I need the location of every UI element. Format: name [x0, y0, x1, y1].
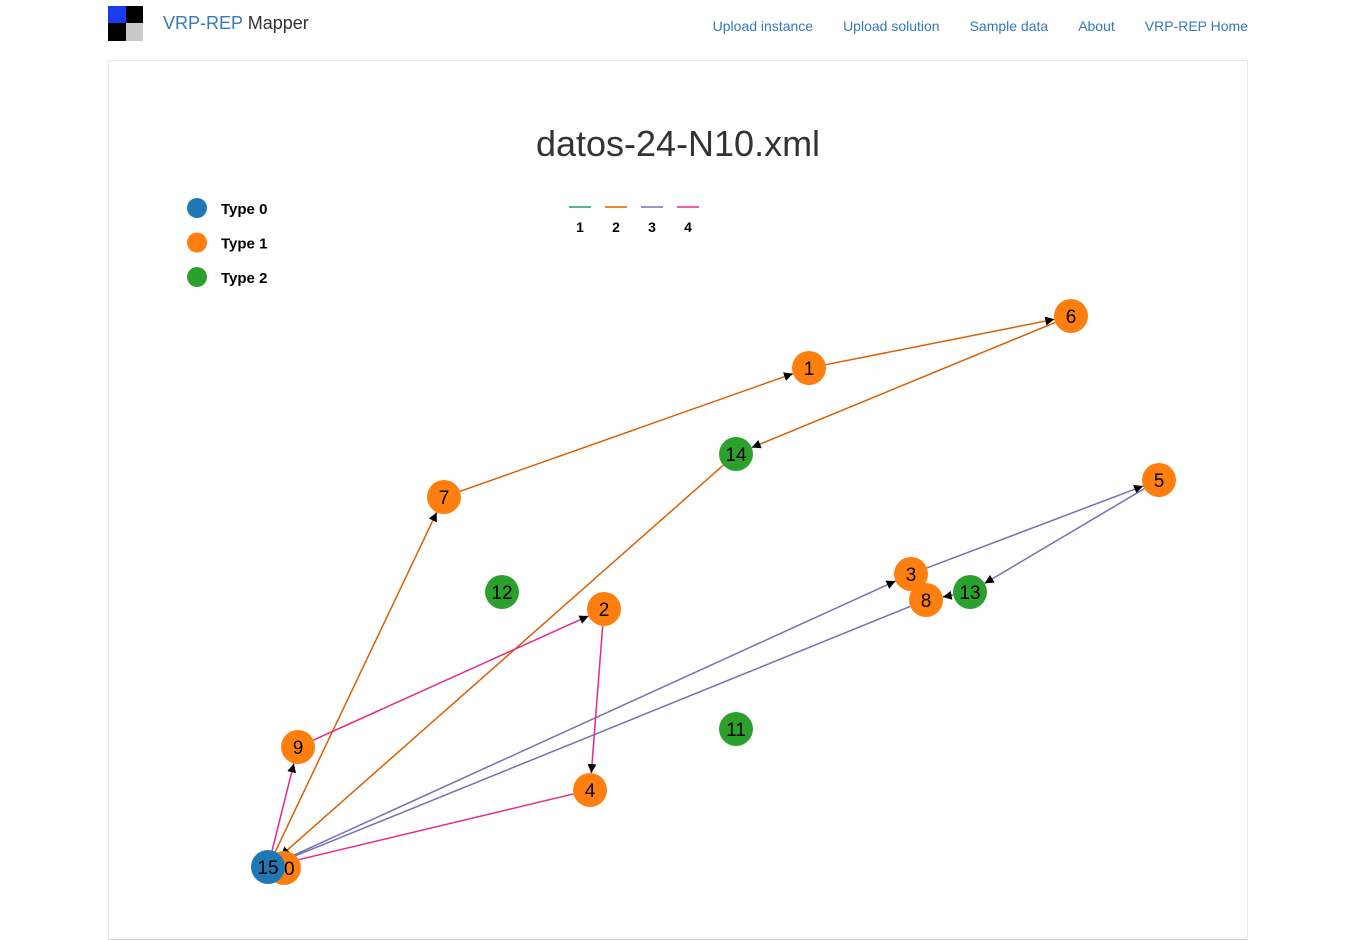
- node-4-label: 4: [585, 781, 596, 802]
- route-2-edge-7-1: [459, 372, 794, 493]
- node-9-label: 9: [293, 738, 304, 759]
- instance-title: datos-24-N10.xml: [536, 123, 820, 164]
- node-13-label: 13: [959, 583, 980, 604]
- route-4-edge-4-15: [284, 793, 574, 866]
- route-3-edge-8-15: [283, 605, 911, 862]
- node-11-label: 11: [726, 720, 746, 741]
- node-12-label: 12: [491, 583, 512, 604]
- legend-type-0-marker: [187, 198, 207, 218]
- legend-route-4-label: 4: [684, 219, 692, 235]
- legend-type-2-label: Type 2: [221, 270, 267, 287]
- route-3-edge-15-3: [283, 580, 896, 861]
- legend-type-0-label: Type 0: [221, 201, 267, 218]
- node-7-label: 7: [439, 488, 450, 509]
- node-6-label: 6: [1066, 307, 1077, 328]
- route-3-edge-5-13: [984, 488, 1145, 584]
- node-2-label: 2: [599, 600, 610, 621]
- node-type-legend: Type 0 Type 1 Type 2: [187, 198, 267, 287]
- route-4-edge-2-4: [587, 625, 604, 774]
- legend-route-2-label: 2: [612, 219, 620, 235]
- route-2-edge-14-15: [280, 464, 724, 857]
- route-2-edge-1-6: [825, 316, 1055, 366]
- node-8-label: 8: [921, 591, 932, 612]
- legend-type-1-label: Type 1: [221, 236, 267, 253]
- route-map-canvas[interactable]: datos-24-N10.xml Type 0Type 1Type 2 1234…: [0, 0, 1356, 940]
- legend-type-1-marker: [187, 232, 207, 253]
- route-edges: [271, 316, 1145, 866]
- route-nodes: 123456789101112131415: [251, 299, 1176, 885]
- node-14-label: 14: [725, 445, 747, 466]
- legend-route-1-label: 1: [576, 219, 584, 235]
- route-legend: 1 2 3 4: [569, 206, 699, 235]
- route-3-edge-13-8: [942, 590, 954, 600]
- legend-type-2-marker: [187, 267, 207, 287]
- route-2-edge-6-14: [751, 321, 1056, 449]
- route-3-edge-3-5: [926, 485, 1144, 569]
- node-15-label: 15: [257, 858, 278, 879]
- route-4-edge-15-9: [271, 763, 297, 851]
- legend-route-3-label: 3: [648, 219, 656, 235]
- node-1-label: 1: [804, 359, 815, 380]
- route-4-edge-9-2: [313, 615, 589, 741]
- node-3-label: 3: [906, 565, 917, 586]
- node-5-label: 5: [1154, 471, 1165, 492]
